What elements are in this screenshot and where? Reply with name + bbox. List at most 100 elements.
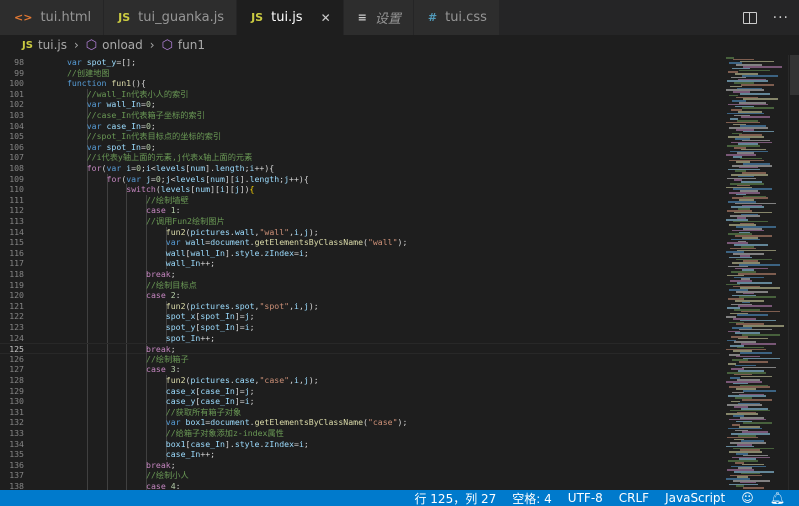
minimap-line	[741, 375, 772, 378]
feedback-icon[interactable]: ☺	[741, 491, 754, 505]
code-text: break;	[146, 460, 176, 471]
code-line[interactable]: 127 case 3:	[0, 364, 720, 375]
indent-guide	[106, 290, 108, 301]
code-token: var	[86, 141, 102, 152]
tab-4[interactable]: # tui.css	[413, 0, 500, 35]
breadcrumb-onload[interactable]: ⬡ onload	[86, 38, 143, 53]
indent-guide	[106, 205, 108, 216]
line-number: 111	[9, 194, 24, 205]
code-token: //绘制目标点	[146, 279, 197, 290]
code-line[interactable]: 121 fun2(pictures.spot,"spot",i,j);	[0, 300, 720, 312]
code-line[interactable]: 110 switch(levels[num][i][j]){	[0, 184, 720, 195]
tab-1[interactable]: JS tui_guanka.js	[104, 0, 238, 35]
code-line[interactable]: 120 case 2:	[0, 290, 720, 301]
code-line[interactable]: 113 //调用Fun2绘制图片	[0, 216, 720, 227]
code-token: "wall"	[259, 226, 290, 237]
code-line[interactable]: 102 var wall_In=0;	[0, 99, 720, 110]
code-token: break	[146, 269, 171, 279]
tab-0[interactable]: <> tui.html	[0, 0, 105, 35]
code-line[interactable]: 105 //spot_In代表目标点的坐标的索引	[0, 131, 720, 142]
scrollbar-thumb[interactable]	[790, 55, 799, 95]
code-line[interactable]: 118 break;	[0, 269, 720, 280]
line-number: 104	[9, 120, 24, 131]
code-token: ].	[239, 173, 250, 184]
line-number: 98	[14, 57, 24, 67]
close-icon[interactable]: ✕	[321, 11, 331, 25]
code-line[interactable]: 99 //创建地图	[0, 68, 720, 79]
breadcrumb-fun1[interactable]: ⬡ fun1	[162, 38, 205, 53]
code-line[interactable]: 137 //绘制小人	[0, 470, 720, 481]
code-line[interactable]: 111 //绘制墙壁	[0, 194, 720, 206]
tab-label: tui_guanka.js	[138, 10, 225, 25]
code-line[interactable]: 117 wall_In++;	[0, 258, 720, 269]
indent-guide	[86, 364, 88, 375]
code-line[interactable]: 107 //i代表y轴上面的元素,j代表x轴上面的元素	[0, 152, 720, 163]
indent-guide	[106, 449, 108, 460]
minimap[interactable]	[722, 55, 788, 490]
code-line[interactable]: 128 fun2(pictures.case,"case",i,j);	[0, 375, 720, 386]
code-token: ;	[150, 120, 156, 131]
code-line[interactable]: 135 case_In++;	[0, 449, 720, 460]
code-line[interactable]: 114 fun2(pictures.wall,"wall",i,j);	[0, 226, 720, 238]
tab-2[interactable]: JS tui.js ✕	[237, 0, 344, 35]
code-token: ]=	[234, 385, 245, 396]
code-line[interactable]: 123 spot_y[spot_In]=i;	[0, 322, 720, 333]
language-mode[interactable]: JavaScript	[665, 491, 725, 505]
end-of-line[interactable]: CRLF	[619, 491, 649, 505]
code-line[interactable]: 115 var wall=document.getElementsByClassN…	[0, 237, 720, 248]
breadcrumb-file[interactable]: JS tui.js	[22, 38, 67, 52]
file-encoding[interactable]: UTF-8	[568, 491, 603, 505]
indent-guide	[126, 459, 128, 471]
code-line[interactable]: 134 box1[case_In].style.zIndex=i;	[0, 438, 720, 450]
code-line[interactable]: 133 //给箱子对象添加z-index属性	[0, 428, 720, 439]
code-line[interactable]: 103 //case_In代表箱子坐标的索引	[0, 110, 720, 121]
code-editor[interactable]: 98 var spot_y=[]; 99//创建地图 100 function fun1…	[0, 55, 720, 490]
split-editor-icon[interactable]	[742, 11, 757, 24]
code-line[interactable]: 130 case_y[case_In]=i;	[0, 396, 720, 407]
code-token: ;	[170, 269, 176, 279]
indent-guide	[106, 269, 108, 280]
code-token: case_x	[165, 385, 196, 396]
code-line[interactable]: 136 break;	[0, 459, 720, 471]
code-line[interactable]: 100 function fun1(){	[0, 78, 720, 89]
indent-guide	[146, 385, 148, 397]
code-line[interactable]: 101 //wall_In代表小人的索引	[0, 88, 720, 100]
more-actions-icon[interactable]: ···	[773, 10, 789, 26]
tab-3[interactable]: ≡ 设置	[343, 0, 414, 35]
code-line[interactable]: 106 var spot_In=0;	[0, 141, 720, 153]
cursor-position[interactable]: 行 125，列 27	[414, 490, 496, 506]
code-token: :	[175, 290, 181, 301]
code-token: (){	[131, 78, 146, 89]
code-line[interactable]: 108 for(var i=0;i<levels[num].length;i++)…	[0, 163, 720, 174]
code-text: function fun1(){	[67, 78, 146, 89]
code-line[interactable]: 125 break;	[0, 343, 720, 355]
code-line[interactable]: 138 case 4:	[0, 481, 720, 490]
code-text: var case_In=0;	[87, 121, 156, 132]
code-line[interactable]: 124 spot_In++;	[0, 332, 720, 344]
code-line[interactable]: 132 var box1=document.getElementsByClassN…	[0, 417, 720, 428]
code-line[interactable]: 126 //绘制箱子	[0, 353, 720, 365]
indent-guide	[86, 237, 88, 248]
indent-guide	[126, 205, 128, 216]
code-text: case 2:	[146, 290, 181, 301]
code-line[interactable]: 112 case 1:	[0, 205, 720, 216]
code-text: //创建地图	[67, 68, 110, 79]
editor-actions: ···	[742, 0, 789, 35]
code-token: //绘制箱子	[146, 353, 189, 364]
code-line[interactable]: 122 spot_x[spot_In]=j;	[0, 311, 720, 322]
code-line[interactable]: 116 wall[wall_In].style.zIndex=i;	[0, 247, 720, 259]
code-line[interactable]: 98 var spot_y=[];	[0, 57, 720, 68]
code-line[interactable]: 129 case_x[case_In]=j;	[0, 385, 720, 397]
indentation-setting[interactable]: 空格: 4	[512, 490, 552, 506]
line-number: 135	[9, 449, 24, 460]
code-line[interactable]: 109 for(var j=0;j<levels[num][i].length;j…	[0, 173, 720, 185]
indent-guide	[146, 428, 148, 439]
code-line[interactable]: 119 //绘制目标点	[0, 279, 720, 291]
code-line[interactable]: 104 var case_In=0;	[0, 120, 720, 132]
indent-guide	[126, 449, 128, 460]
code-token: "case"	[367, 417, 398, 428]
code-line[interactable]: 131 //获取所有箱子对象	[0, 406, 720, 418]
notifications-bell-icon[interactable]: 🔔︎	[770, 491, 785, 505]
vertical-scrollbar[interactable]	[788, 55, 799, 490]
code-token: spot_In	[200, 311, 235, 322]
